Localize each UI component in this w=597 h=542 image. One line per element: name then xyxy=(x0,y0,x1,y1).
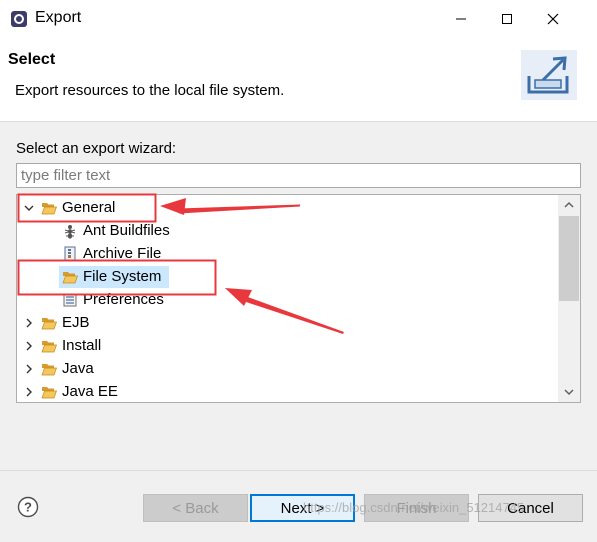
chevron-right-icon[interactable] xyxy=(23,340,35,352)
button-bar-separator xyxy=(0,470,597,471)
minimize-icon xyxy=(456,18,466,20)
page-title: Select xyxy=(8,51,56,68)
wizard-banner: Select Export resources to the local fil… xyxy=(0,38,597,122)
folder-open-icon xyxy=(62,272,78,284)
tree-item-label: Java xyxy=(62,360,94,377)
tree-item-label: Install xyxy=(62,337,102,354)
maximize-icon xyxy=(502,14,512,24)
tree-item-label: Java EE xyxy=(62,383,118,400)
minimize-button[interactable] xyxy=(438,0,484,38)
tree-item-java[interactable]: Java xyxy=(17,358,557,380)
wizard-tree[interactable]: General Ant Buildfiles Archive File File… xyxy=(16,194,581,403)
chevron-up-icon xyxy=(564,201,574,208)
eclipse-icon xyxy=(11,11,27,27)
filter-input[interactable] xyxy=(16,163,581,188)
folder-open-icon xyxy=(41,318,57,330)
watermark: https://blog.csdn.net/weixin_51214745 xyxy=(303,500,525,515)
page-description: Export resources to the local file syste… xyxy=(15,82,285,99)
tree-item-install[interactable]: Install xyxy=(17,335,557,357)
tree-item-label: General xyxy=(62,199,116,216)
scroll-up-button[interactable] xyxy=(558,195,580,215)
close-button[interactable] xyxy=(530,0,576,38)
tree-item-label: File System xyxy=(83,268,162,285)
tree-item-java-ee[interactable]: Java EE xyxy=(17,381,557,402)
tree-item-label: EJB xyxy=(62,314,90,331)
chevron-down-icon xyxy=(564,389,574,396)
tree-item-ant-buildfiles[interactable]: Ant Buildfiles xyxy=(17,220,557,242)
folder-open-icon xyxy=(41,203,57,215)
preferences-icon xyxy=(63,293,77,307)
wizard-label: Select an export wizard: xyxy=(16,140,177,157)
chevron-right-icon[interactable] xyxy=(23,386,35,398)
chevron-down-icon[interactable] xyxy=(23,202,35,214)
help-icon[interactable]: ? xyxy=(17,496,39,518)
title-bar: Export xyxy=(0,0,597,38)
scroll-down-button[interactable] xyxy=(558,382,580,402)
tree-item-general[interactable]: General xyxy=(17,197,557,219)
back-button[interactable]: < Back xyxy=(143,494,248,522)
folder-open-icon xyxy=(41,387,57,399)
ant-icon xyxy=(64,225,76,239)
tree-item-label: Ant Buildfiles xyxy=(83,222,170,239)
chevron-right-icon[interactable] xyxy=(23,363,35,375)
tree-item-file-system[interactable]: File System xyxy=(17,266,557,288)
tree-scrollbar[interactable] xyxy=(558,195,580,402)
tree-item-archive-file[interactable]: Archive File xyxy=(17,243,557,265)
maximize-button[interactable] xyxy=(484,0,530,38)
tree-item-ejb[interactable]: EJB xyxy=(17,312,557,334)
export-wizard-icon xyxy=(521,50,577,100)
tree-item-preferences[interactable]: Preferences xyxy=(17,289,557,311)
chevron-right-icon[interactable] xyxy=(23,317,35,329)
folder-open-icon xyxy=(41,341,57,353)
close-icon xyxy=(547,13,559,25)
archive-icon xyxy=(64,246,76,262)
tree-item-label: Preferences xyxy=(83,291,164,308)
folder-open-icon xyxy=(41,364,57,376)
tree-item-label: Archive File xyxy=(83,245,162,262)
window-title: Export xyxy=(35,9,82,26)
scroll-thumb[interactable] xyxy=(559,216,579,301)
svg-text:?: ? xyxy=(24,500,32,515)
